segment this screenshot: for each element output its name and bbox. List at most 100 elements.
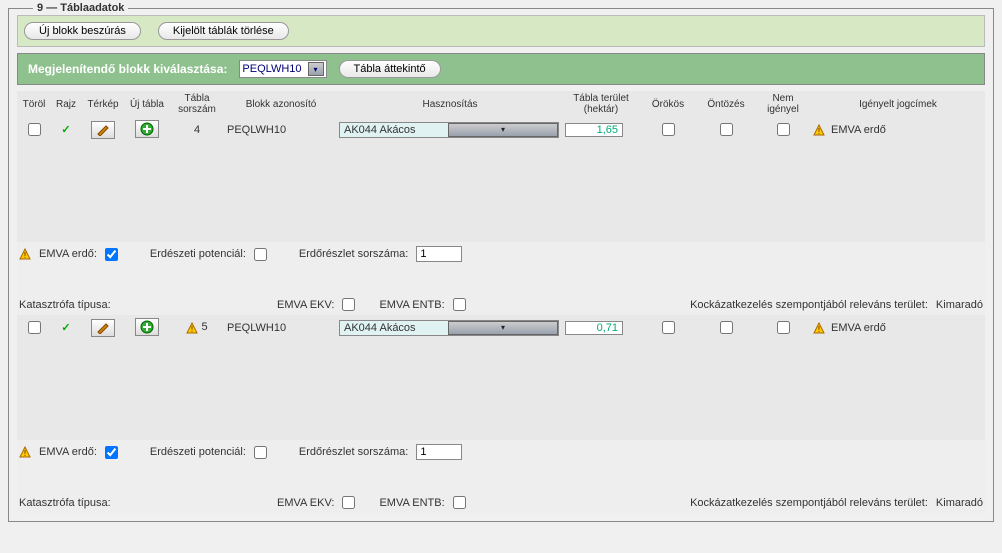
draw-status-icon: ✓ [61,322,70,334]
kockazat-label: Kockázatkezelés szempontjából releváns t… [690,299,928,311]
chevron-down-icon[interactable]: ▾ [448,321,558,335]
claim-label: EMVA erdő [831,322,886,334]
hasznositas-value: AK044 Akácos [340,123,448,137]
warning-icon: ! [813,124,825,136]
claim-label: EMVA erdő [831,124,886,136]
row-spacer [17,142,985,242]
erdoreszlet-sorszam-label: Erdőrészlet sorszáma: [299,446,408,458]
new-table-button[interactable] [135,120,159,138]
ontozes-checkbox[interactable] [720,321,733,334]
katasztrofa-subrow: Katasztrófa típusa: EMVA EKV: EMVA ENTB:… [17,294,985,315]
katasztrofa-label: Katasztrófa típusa: [19,299,269,311]
chevron-down-icon[interactable]: ▾ [448,123,558,137]
plus-icon [140,320,154,334]
emva-erdo-checkbox[interactable] [105,446,118,459]
new-table-button[interactable] [135,318,159,336]
svg-text:!: ! [24,251,26,260]
map-button[interactable] [91,121,115,139]
map-button[interactable] [91,319,115,337]
emva-ekv-checkbox[interactable] [342,298,355,311]
emva-entb-label: EMVA ENTB: [379,497,444,509]
emva-erdo-label: EMVA erdő: [39,446,97,458]
sorszam-value: 4 [169,123,225,137]
katasztrofa-subrow: Katasztrófa típusa: EMVA EKV: EMVA ENTB:… [17,492,985,513]
erdoreszlet-sorszam-input[interactable] [416,444,462,460]
hasznositas-value: AK044 Akácos [340,321,448,335]
delete-selected-button[interactable]: Kijelölt táblák törlése [158,22,289,40]
delete-checkbox[interactable] [28,123,41,136]
emva-erdo-checkbox[interactable] [105,248,118,261]
emva-entb-checkbox[interactable] [453,496,466,509]
kockazat-value: Kimaradó [936,497,983,509]
hdr-haszn: Hasznosítás [337,97,563,112]
erdeszeti-potencial-checkbox[interactable] [254,446,267,459]
erdeszeti-potencial-checkbox[interactable] [254,248,267,261]
emva-subrow: ! EMVA erdő: Erdészeti potenciál: Erdőré… [17,440,985,464]
hdr-blokk: Blokk azonosító [225,97,337,112]
sorszam-value: 5 [201,321,207,333]
erdoreszlet-sorszam-input[interactable] [416,246,462,262]
table-overview-button[interactable]: Tábla áttekintő [339,60,441,78]
block-selector-dropdown[interactable]: PEQLWH10 ▾ [239,60,326,78]
block-selector-value: PEQLWH10 [242,63,301,75]
delete-checkbox[interactable] [28,321,41,334]
emva-entb-label: EMVA ENTB: [379,299,444,311]
draw-status-icon: ✓ [61,124,70,136]
hdr-torol: Töröl [17,97,51,112]
block-selector-label: Megjelenítendő blokk kiválasztása: [28,62,227,76]
hdr-jogcimek: Igényelt jogcímek [811,97,985,112]
orokos-checkbox[interactable] [662,123,675,136]
chevron-down-icon[interactable]: ▾ [308,62,324,76]
warning-icon: ! [19,248,31,260]
insert-block-button[interactable]: Új blokk beszúrás [24,22,141,40]
table-grid: Töröl Rajz Térkép Új tábla Tábla sorszám… [17,91,985,513]
erdeszeti-potencial-label: Erdészeti potenciál: [150,446,246,458]
nemigenyel-checkbox[interactable] [777,123,790,136]
hdr-sorszam: Tábla sorszám [169,91,225,117]
emva-ekv-checkbox[interactable] [342,496,355,509]
erdeszeti-potencial-label: Erdészeti potenciál: [150,248,246,260]
svg-text:!: ! [818,127,820,136]
hdr-ontozes: Öntözés [697,97,755,112]
spacer [17,266,985,294]
block-selector-bar: Megjelenítendő blokk kiválasztása: PEQLW… [17,53,985,85]
plus-icon [140,122,154,136]
terulet-input[interactable]: 0,71 [565,321,623,335]
row-spacer [17,340,985,440]
warning-icon: ! [186,322,198,334]
hdr-orokos: Örökös [639,97,697,112]
hdr-rajz: Rajz [51,97,81,112]
emva-subrow: ! EMVA erdő: Erdészeti potenciál: Erdőré… [17,242,985,266]
hdr-terkep: Térkép [81,97,125,112]
warning-icon: ! [19,446,31,458]
tablaadatok-panel: 9 — Táblaadatok Új blokk beszúrás Kijelö… [8,8,994,522]
hasznositas-select[interactable]: AK044 Akácos ▾ [339,122,559,138]
svg-text:!: ! [24,449,26,458]
kockazat-value: Kimaradó [936,299,983,311]
orokos-checkbox[interactable] [662,321,675,334]
hdr-nemigenyel: Nem igényel [755,91,811,117]
warning-icon: ! [813,322,825,334]
panel-legend: 9 — Táblaadatok [33,2,128,14]
table-header-row: Töröl Rajz Térkép Új tábla Tábla sorszám… [17,91,985,117]
svg-text:!: ! [818,325,820,334]
kockazat-label: Kockázatkezelés szempontjából releváns t… [690,497,928,509]
pencil-icon [96,124,110,136]
spacer [17,464,985,492]
nemigenyel-checkbox[interactable] [777,321,790,334]
terulet-input[interactable]: 1,65 [565,123,623,137]
table-row: ✓ 4 PEQLWH10 AK044 Akácos ▾ 1,65 ! EMV [17,117,985,142]
table-row: ✓ ! 5 PEQLWH10 AK044 Akácos ▾ 0,71 [17,315,985,340]
pencil-icon [96,322,110,334]
hdr-ujtabla: Új tábla [125,97,169,112]
blokk-value: PEQLWH10 [225,321,337,335]
blokk-value: PEQLWH10 [225,123,337,137]
emva-ekv-label: EMVA EKV: [277,497,334,509]
ontozes-checkbox[interactable] [720,123,733,136]
hasznositas-select[interactable]: AK044 Akácos ▾ [339,320,559,336]
erdoreszlet-sorszam-label: Erdőrészlet sorszáma: [299,248,408,260]
emva-entb-checkbox[interactable] [453,298,466,311]
emva-ekv-label: EMVA EKV: [277,299,334,311]
toolbar-bar: Új blokk beszúrás Kijelölt táblák törlés… [17,15,985,47]
hdr-terulet: Tábla terület (hektár) [563,91,639,117]
